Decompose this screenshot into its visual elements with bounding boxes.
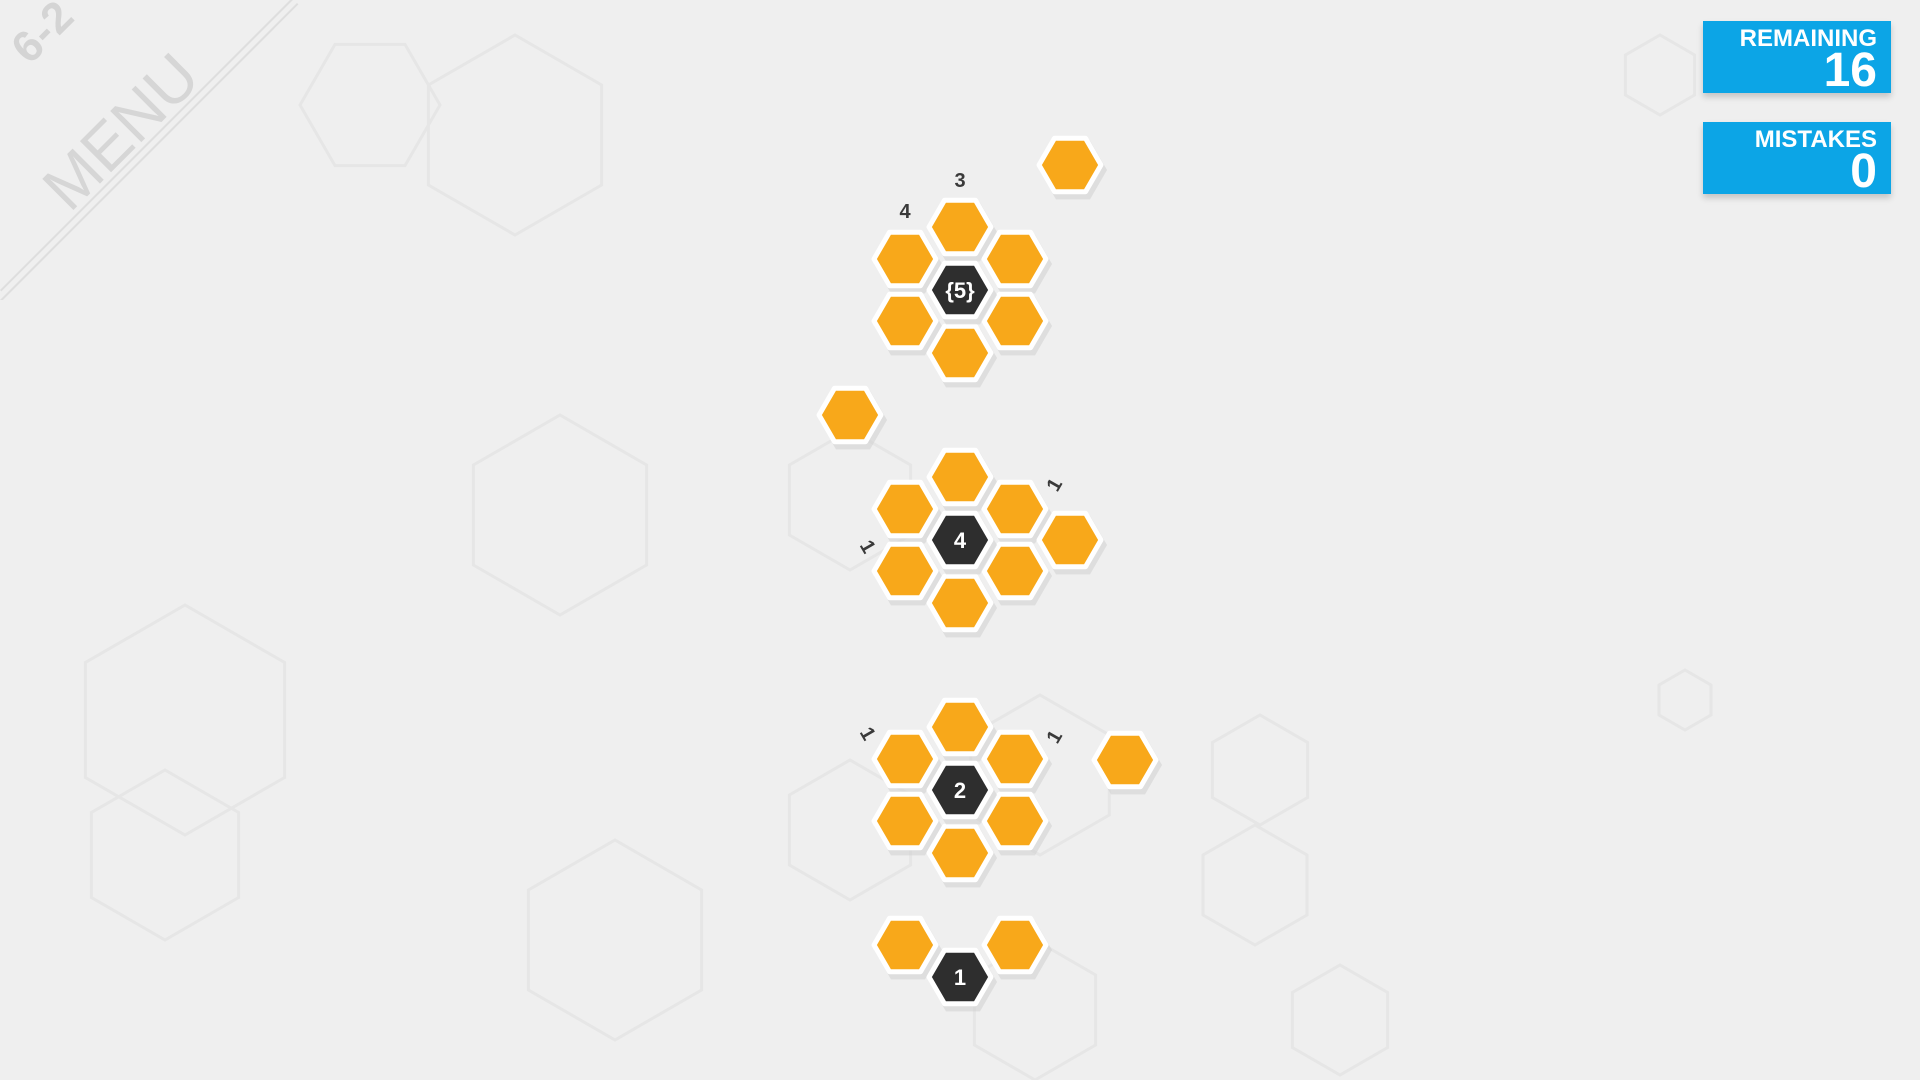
cell-number: 2 xyxy=(954,778,966,803)
unrevealed-cell[interactable] xyxy=(926,573,997,638)
cell-number: 1 xyxy=(954,965,966,990)
cell-number: 4 xyxy=(954,528,967,553)
unrevealed-cell[interactable] xyxy=(1036,135,1107,200)
unrevealed-cell[interactable] xyxy=(981,791,1052,856)
unrevealed-cell[interactable] xyxy=(981,541,1052,606)
unrevealed-cell[interactable] xyxy=(981,729,1052,794)
column-hint: 1 xyxy=(855,537,880,558)
unrevealed-cell[interactable] xyxy=(926,323,997,388)
column-hint: 1 xyxy=(1042,475,1067,496)
unrevealed-cell[interactable] xyxy=(1036,510,1107,575)
hex-board: {5} 4 2 1 3 4 1 1 1 1 xyxy=(816,135,1162,1012)
unrevealed-cell[interactable] xyxy=(816,385,887,450)
unrevealed-cell[interactable] xyxy=(981,291,1052,356)
revealed-cell: 1 xyxy=(926,947,997,1012)
unrevealed-cell[interactable] xyxy=(981,229,1052,294)
unrevealed-cell[interactable] xyxy=(981,915,1052,980)
column-hint: 4 xyxy=(899,201,911,223)
column-hint: 1 xyxy=(855,724,880,745)
column-hint: 3 xyxy=(954,170,965,192)
column-hint: 1 xyxy=(1042,727,1067,748)
cell-number: {5} xyxy=(945,278,975,303)
unrevealed-cell[interactable] xyxy=(1091,730,1162,795)
unrevealed-cell[interactable] xyxy=(926,823,997,888)
